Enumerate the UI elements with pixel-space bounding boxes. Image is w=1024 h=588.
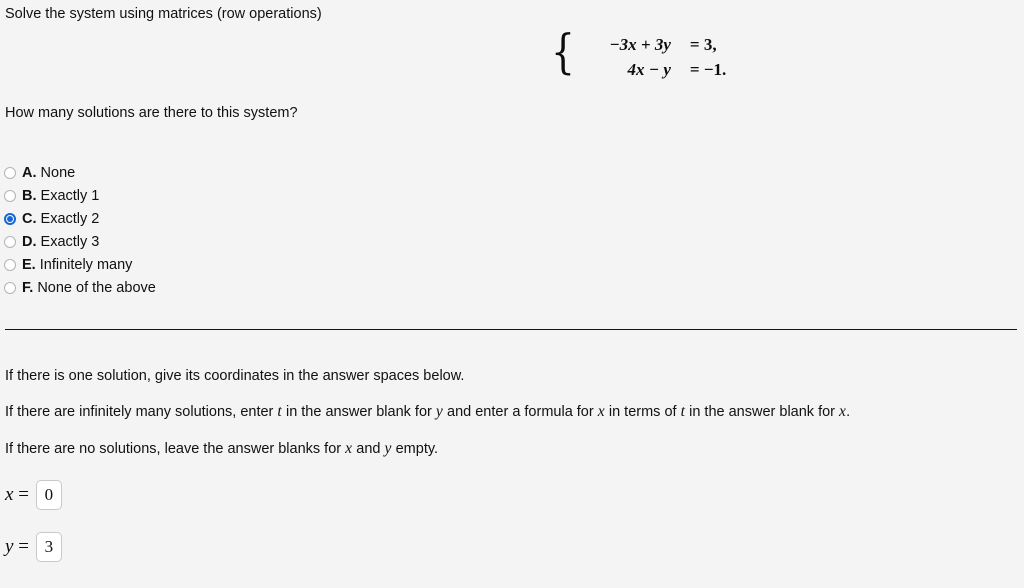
radio-option-e[interactable]	[4, 258, 16, 271]
instr2-part-e: in the answer blank for	[685, 404, 840, 420]
instr3-part-a: If there are no solutions, leave the ans…	[5, 441, 346, 457]
instr2-part-d: in terms of	[604, 404, 681, 420]
instr2-part-f: .	[846, 404, 851, 420]
option-a[interactable]: A. None	[4, 161, 156, 184]
answer-y-var: y	[5, 536, 14, 557]
answer-y-input[interactable]: 3	[35, 532, 62, 562]
option-e[interactable]: E. Infinitely many	[4, 253, 156, 276]
option-d-letter: D.	[22, 233, 37, 250]
equation-2-rhs: = −1.	[689, 59, 727, 79]
radio-option-a[interactable]	[4, 166, 16, 179]
option-d-text: Exactly 3	[40, 233, 100, 250]
instr2-var-y: y	[435, 403, 443, 420]
option-c-text: Exactly 2	[40, 210, 100, 227]
equation-1-lhs: −3x + 3y	[609, 34, 671, 54]
option-e-text: Infinitely many	[39, 256, 133, 273]
radio-option-f[interactable]	[4, 281, 16, 294]
option-e-label: E. Infinitely many	[22, 257, 132, 273]
instr2-part-b: in the answer blank for	[281, 404, 436, 420]
option-b[interactable]: B. Exactly 1	[4, 184, 156, 207]
system-brace: {	[550, 25, 575, 80]
option-b-letter: B.	[22, 187, 37, 204]
option-a-letter: A.	[22, 164, 37, 181]
equation-rows: −3x + 3y = 3, 4x − y = −1.	[579, 29, 726, 81]
equation-system: { −3x + 3y = 3, 4x − y = −1.	[548, 25, 726, 81]
option-c-letter: C.	[22, 210, 37, 227]
option-f-text: None of the above	[37, 279, 156, 296]
instr2-var-x: x	[597, 403, 605, 420]
instr3-part-b: and	[352, 441, 385, 457]
section-divider	[5, 329, 1017, 330]
radio-option-b[interactable]	[4, 189, 16, 202]
answer-y-label: y =	[5, 536, 29, 558]
option-c-label: C. Exactly 2	[22, 211, 99, 227]
instruction-infinite-solutions: If there are infinitely many solutions, …	[5, 403, 850, 421]
instr2-part-a: If there are infinitely many solutions, …	[5, 404, 278, 420]
option-d[interactable]: D. Exactly 3	[4, 230, 156, 253]
radio-option-d[interactable]	[4, 235, 16, 248]
exercise-page: Solve the system using matrices (row ope…	[0, 0, 1024, 588]
instr3-part-c: empty.	[391, 441, 439, 457]
option-b-label: B. Exactly 1	[22, 188, 99, 204]
question-text: How many solutions are there to this sys…	[5, 105, 298, 121]
answer-x-input[interactable]: 0	[35, 480, 62, 510]
equation-1-rhs: = 3,	[689, 34, 717, 54]
radio-option-c[interactable]	[4, 212, 16, 225]
instr2-part-c: and enter a formula for	[442, 404, 598, 420]
answer-row-y: y = 3	[5, 532, 62, 562]
instruction-no-solutions: If there are no solutions, leave the ans…	[5, 440, 438, 458]
equation-2-lhs: 4x − y	[627, 59, 671, 79]
option-b-text: Exactly 1	[40, 187, 100, 204]
equation-row-2: 4x − y = −1.	[579, 59, 727, 81]
page-title: Solve the system using matrices (row ope…	[5, 6, 322, 22]
option-d-label: D. Exactly 3	[22, 234, 99, 250]
answer-options: A. None B. Exactly 1 C. Exactly 2 D. Exa…	[4, 161, 156, 299]
option-a-label: A. None	[22, 165, 75, 181]
answer-y-equals: =	[18, 536, 29, 557]
option-a-text: None	[40, 164, 76, 181]
option-f-letter: F.	[22, 279, 34, 296]
answer-x-equals: =	[18, 484, 29, 505]
option-c[interactable]: C. Exactly 2	[4, 207, 156, 230]
option-f[interactable]: F. None of the above	[4, 276, 156, 299]
answer-row-x: x = 0	[5, 480, 62, 510]
answer-x-var: x	[5, 484, 14, 505]
option-f-label: F. None of the above	[22, 280, 156, 296]
option-e-letter: E.	[22, 256, 36, 273]
answer-x-label: x =	[5, 484, 29, 506]
instruction-one-solution: If there is one solution, give its coord…	[5, 368, 465, 384]
instr3-var-y: y	[384, 440, 392, 457]
equation-row-1: −3x + 3y = 3,	[579, 34, 726, 56]
